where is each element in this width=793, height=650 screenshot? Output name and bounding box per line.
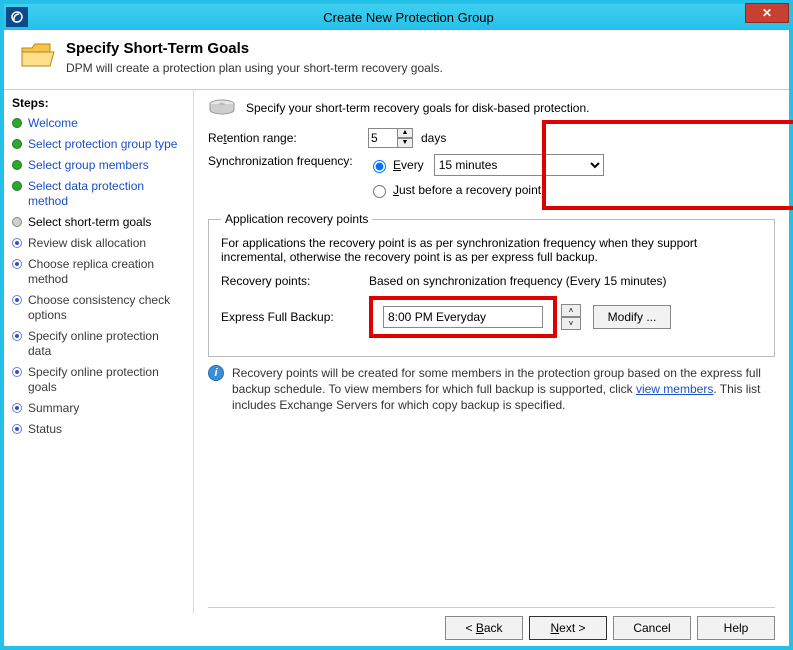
step-consistency-check: Choose consistency check options [12,293,183,323]
dot-icon [12,331,22,341]
step-replica-method: Choose replica creation method [12,257,183,287]
efb-label: Express Full Backup: [221,310,369,324]
back-button[interactable]: < Back [445,616,523,640]
titlebar: Create New Protection Group ✕ [4,4,789,30]
app-recovery-desc: For applications the recovery point is a… [221,236,762,264]
modify-button[interactable]: Modify ... [593,305,671,329]
highlight-box-efb: 8:00 PM Everyday [369,296,557,338]
view-members-link[interactable]: view members [636,382,713,396]
retention-input[interactable] [368,128,398,148]
step-welcome[interactable]: Welcome [12,116,183,131]
efb-scroll-up[interactable]: ˄ [561,304,581,317]
sync-before-label: Just before a recovery point [393,183,541,197]
step-group-members[interactable]: Select group members [12,158,183,173]
close-button[interactable]: ✕ [745,3,789,23]
dot-icon [12,367,22,377]
retention-spinner[interactable]: ▲ ▼ [397,128,413,148]
header-text: Specify Short-Term Goals DPM will create… [66,40,443,75]
page-title: Specify Short-Term Goals [66,40,443,57]
step-status: Status [12,422,183,437]
dot-icon [12,259,22,269]
close-icon: ✕ [762,6,772,20]
sync-every-radio[interactable] [373,160,386,173]
info-note: i Recovery points will be created for so… [208,365,775,414]
page-subtitle: DPM will create a protection plan using … [66,61,443,75]
info-icon: i [208,365,224,381]
help-button[interactable]: Help [697,616,775,640]
page-header: Specify Short-Term Goals DPM will create… [4,30,789,90]
retention-unit: days [421,131,446,145]
dot-icon [12,403,22,413]
cancel-button[interactable]: Cancel [613,616,691,640]
disk-icon [208,98,236,118]
main-panel: Specify your short-term recovery goals f… [194,90,789,614]
app-recovery-group: Application recovery points For applicat… [208,212,775,357]
step-group-type[interactable]: Select protection group type [12,137,183,152]
check-icon [12,160,22,170]
sync-every-label: Every [393,158,424,172]
dot-icon [12,295,22,305]
dot-icon [12,217,22,227]
recpoints-label: Recovery points: [221,274,369,288]
step-protection-method[interactable]: Select data protection method [12,179,183,209]
app-recovery-legend: Application recovery points [221,212,372,226]
check-icon [12,181,22,191]
retention-label: Retention range: [208,131,356,145]
app-icon [6,7,28,27]
dot-icon [12,238,22,248]
step-summary: Summary [12,401,183,416]
dot-icon [12,424,22,434]
next-button[interactable]: Next > [529,616,607,640]
recpoints-value: Based on synchronization frequency (Ever… [369,274,667,288]
sync-label: Synchronization frequency: [208,154,356,168]
steps-sidebar: Steps: Welcome Select protection group t… [4,90,194,614]
efb-schedule-box[interactable]: 8:00 PM Everyday [383,306,543,328]
step-online-goals: Specify online protection goals [12,365,183,395]
efb-scroll-down[interactable]: ˅ [561,317,581,330]
step-disk-allocation: Review disk allocation [12,236,183,251]
sync-frequency-select[interactable]: 15 minutes [434,154,604,176]
step-short-term-goals: Select short-term goals [12,215,183,230]
check-icon [12,118,22,128]
dialog-footer: < Back Next > Cancel Help [208,607,775,640]
dialog-window: Create New Protection Group ✕ Specify Sh… [0,0,793,650]
folder-icon [20,40,56,72]
intro-text: Specify your short-term recovery goals f… [246,101,589,115]
window-title: Create New Protection Group [28,10,789,25]
spin-up-icon[interactable]: ▲ [397,128,413,138]
check-icon [12,139,22,149]
step-online-data: Specify online protection data [12,329,183,359]
spin-down-icon[interactable]: ▼ [397,138,413,148]
sync-before-radio[interactable] [373,185,386,198]
steps-heading: Steps: [12,96,183,110]
